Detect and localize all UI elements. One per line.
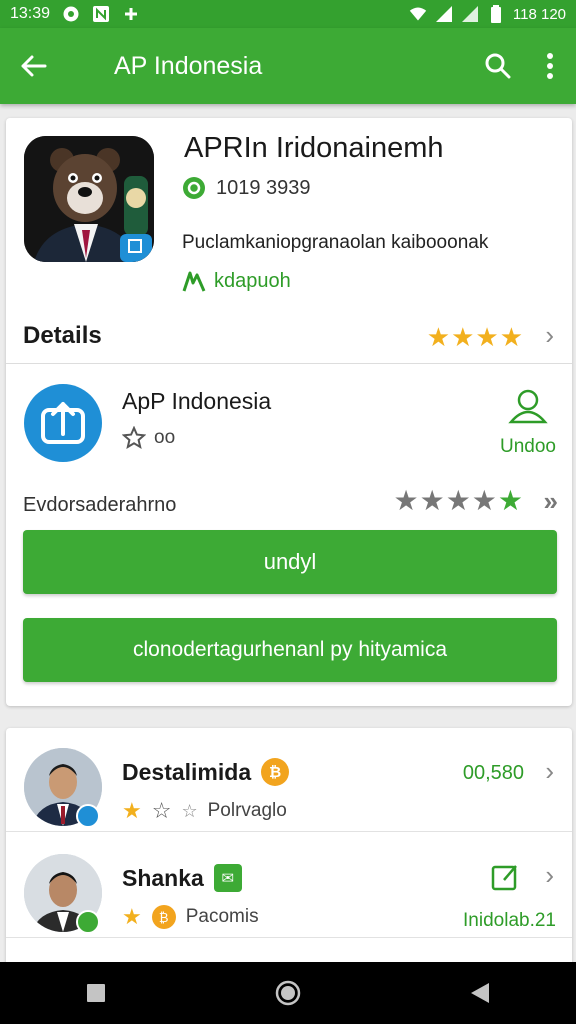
person-rating: ★ ₿ Pacomis xyxy=(122,904,259,930)
back-nav-button[interactable] xyxy=(450,968,510,1018)
overflow-menu-button[interactable] xyxy=(524,28,576,104)
person-name-text: Shanka xyxy=(122,864,204,891)
overflow-menu-icon xyxy=(547,53,553,79)
home-button[interactable] xyxy=(258,968,318,1018)
system-nav-bar xyxy=(0,962,576,1024)
app-meta: 1019 3939 xyxy=(182,176,311,200)
download-label: kdapuoh xyxy=(214,270,291,292)
app-bar: AP Indonesia xyxy=(0,28,576,104)
media-icon xyxy=(62,5,80,23)
app-icon xyxy=(24,136,154,262)
app-description: Puclamkaniopgranaolan kaibooonak xyxy=(182,232,489,253)
edit-icon[interactable] xyxy=(490,862,520,892)
primary-action-button[interactable]: undyl xyxy=(23,530,557,594)
person-value: Inidolab.21 xyxy=(463,910,556,931)
details-label: Details xyxy=(23,322,102,349)
recents-button[interactable] xyxy=(66,968,126,1018)
coin-badge-icon: ₿ xyxy=(261,758,290,786)
favorite-button[interactable]: oo xyxy=(122,426,175,450)
person-rating: ★ ☆ ☆ Polrvaglo xyxy=(122,798,287,824)
add-icon xyxy=(122,5,140,23)
back-button[interactable] xyxy=(0,28,66,104)
home-icon xyxy=(275,980,301,1006)
search-button[interactable] xyxy=(472,28,524,104)
coin-icon: ₿ xyxy=(151,905,176,929)
app-meta-count: 1019 3939 xyxy=(216,176,311,199)
wifi-icon xyxy=(409,5,427,23)
status-bar: 13:39 118 120 xyxy=(0,0,576,28)
user-icon[interactable] xyxy=(508,388,548,424)
star-filled-icon: ★ xyxy=(122,904,142,929)
app-bar-title: AP Indonesia xyxy=(114,51,263,80)
status-time: 13:39 xyxy=(10,5,51,22)
back-arrow-icon xyxy=(21,55,47,77)
battery-text: 118 120 xyxy=(512,5,566,23)
signal-icon xyxy=(461,5,479,23)
secondary-action-button[interactable]: clonodertagurhenanl py hityamica xyxy=(23,618,557,682)
star-filled-icon: ★ xyxy=(122,798,142,823)
person-sub-text: Polrvaglo xyxy=(207,800,287,821)
list-item[interactable]: Shanka ✉ ★ ₿ Pacomis › Inidolab.21 xyxy=(6,834,572,938)
rating-label: Evdorsaderahrno xyxy=(23,494,177,516)
person-value: 00,580 xyxy=(462,762,524,784)
search-icon xyxy=(485,53,511,79)
user-label[interactable]: Undoo xyxy=(500,436,556,458)
person-sub-text: Pacomis xyxy=(185,906,259,927)
sub-app-name: ApP Indonesia xyxy=(122,388,272,414)
signal-icon xyxy=(435,5,453,23)
app-name: APRIn Iridonainemh xyxy=(184,132,444,164)
message-badge-icon: ✉ xyxy=(213,864,242,892)
rating-stars: ★★★★★ xyxy=(393,485,524,516)
back-triangle-icon xyxy=(471,983,489,1003)
people-list-card: Destalimida ₿ ★ ☆ ☆ Polrvaglo 00,580 › S… xyxy=(6,728,572,1024)
notification-icon xyxy=(92,5,110,23)
online-badge-icon xyxy=(76,910,100,934)
star-outline-icon: ☆ xyxy=(151,798,172,823)
list-item[interactable]: Destalimida ₿ ★ ☆ ☆ Polrvaglo 00,580 › xyxy=(6,728,572,832)
star-outline-icon: ☆ xyxy=(181,800,198,821)
app-detail-card: APRIn Iridonainemh 1019 3939 Puclamkanio… xyxy=(6,118,572,706)
favorite-label: oo xyxy=(154,427,176,448)
upload-app-icon xyxy=(24,384,102,462)
chevron-right-icon: › xyxy=(545,756,554,786)
chat-icon xyxy=(183,177,205,199)
details-row[interactable]: Details ★★★★ › xyxy=(6,314,572,364)
double-chevron-icon[interactable]: » xyxy=(544,486,558,517)
details-rating-stars: ★★★★ xyxy=(426,322,524,352)
battery-icon xyxy=(487,5,505,23)
person-name: Shanka ✉ xyxy=(122,864,242,892)
chevron-right-icon: › xyxy=(545,320,554,350)
verified-badge-icon xyxy=(76,804,100,828)
chevron-right-icon: › xyxy=(545,860,554,890)
star-outline-icon xyxy=(122,426,146,450)
download-link[interactable]: kdapuoh xyxy=(182,270,291,293)
person-name-text: Destalimida xyxy=(122,758,252,785)
download-icon xyxy=(182,271,206,292)
person-name: Destalimida ₿ xyxy=(122,758,290,786)
recents-icon xyxy=(87,984,105,1002)
